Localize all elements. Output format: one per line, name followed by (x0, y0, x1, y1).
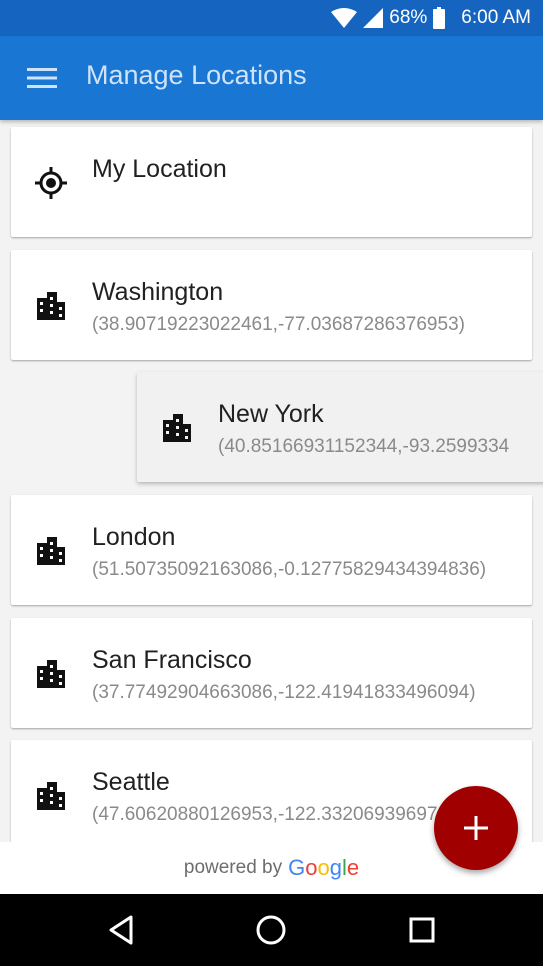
signal-icon (363, 8, 384, 28)
location-coords: (40.85166931152344,-93.2599334 (218, 436, 510, 457)
status-icons: 68% 6:00 AM (331, 0, 531, 36)
location-name: San Francisco (92, 646, 252, 674)
battery-percent: 68% (389, 7, 428, 28)
powered-by-label: powered by (183, 857, 283, 878)
google-logo: Google (288, 855, 360, 880)
city-icon (35, 780, 67, 812)
location-name: New York (218, 400, 324, 428)
my-location-icon (35, 167, 67, 199)
hamburger-menu-icon[interactable] (27, 66, 57, 90)
add-location-button[interactable] (434, 786, 518, 870)
plus-icon (464, 816, 488, 840)
back-triangle-icon[interactable] (104, 912, 140, 948)
location-card-my-location[interactable]: My Location (11, 127, 532, 237)
locations-list[interactable]: My Location Washington (38.9071922302246… (0, 120, 543, 842)
wifi-icon (331, 8, 358, 28)
location-card-london[interactable]: London (51.50735092163086,-0.12775829434… (11, 495, 532, 605)
status-bar: 68% 6:00 AM (0, 0, 543, 36)
location-name: Seattle (92, 768, 170, 796)
system-nav-bar (0, 894, 543, 966)
location-name: Washington (92, 278, 224, 306)
recents-square-icon[interactable] (404, 912, 440, 948)
location-card-washington[interactable]: Washington (38.90719223022461,-77.036872… (11, 250, 532, 360)
location-coords: (37.77492904663086,-122.41941833496094) (92, 682, 476, 703)
page-title: Manage Locations (86, 60, 307, 90)
app-bar: Manage Locations (0, 36, 543, 120)
city-icon (35, 290, 67, 322)
location-card-new-york[interactable]: New York (40.85166931152344,-93.2599334 (137, 372, 543, 482)
location-coords: (51.50735092163086,-0.12775829434394836) (92, 559, 487, 580)
location-name: London (92, 523, 176, 551)
location-card-san-francisco[interactable]: San Francisco (37.77492904663086,-122.41… (11, 618, 532, 728)
city-icon (35, 658, 67, 690)
battery-icon (433, 7, 446, 29)
home-circle-icon[interactable] (253, 912, 289, 948)
city-icon (161, 412, 193, 444)
location-name: My Location (92, 155, 227, 183)
city-icon (35, 535, 67, 567)
clock: 6:00 AM (461, 7, 531, 28)
location-coords: (38.90719223022461,-77.03687286376953) (92, 314, 465, 335)
